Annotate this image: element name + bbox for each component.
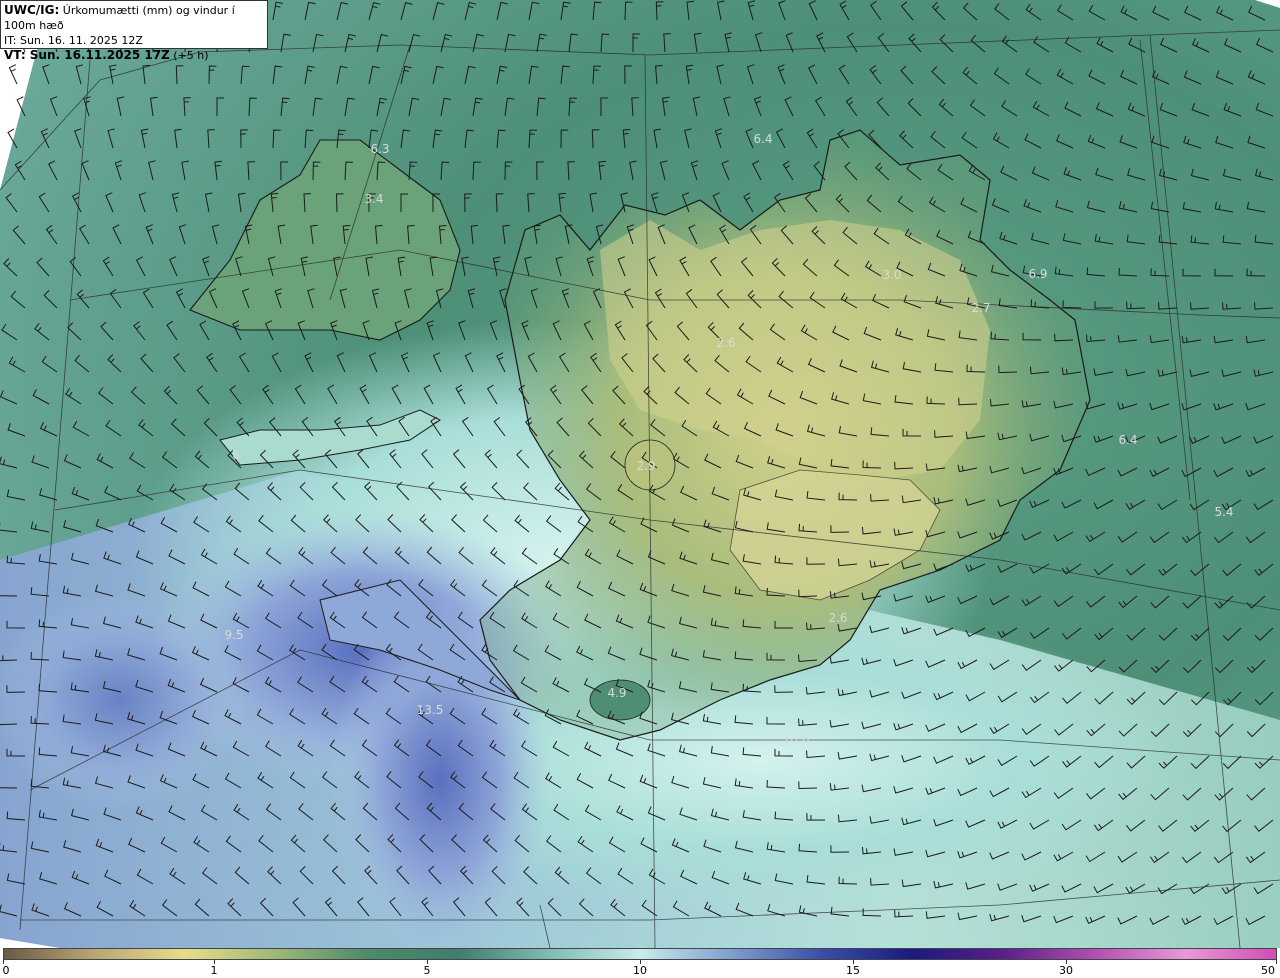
colorbar-label: 30 <box>1059 964 1073 977</box>
model-name: UWC/IG: <box>4 3 60 17</box>
map-canvas <box>0 0 1280 948</box>
colorbar-tick <box>1276 960 1277 964</box>
colorbar-label: 50 <box>1261 964 1275 977</box>
value-label: 2.6 <box>716 336 736 350</box>
value-label: 9.5 <box>224 628 244 642</box>
value-label: 3.4 <box>364 192 384 206</box>
colorbar-label: 15 <box>846 964 860 977</box>
colorbar-gradient <box>3 948 1277 960</box>
colorbar: 0 1 5 10 15 30 50 <box>0 948 1280 978</box>
value-label: 6.4 <box>1118 433 1138 447</box>
value-label: 6.3 <box>370 142 390 156</box>
valid-time: VT: Sun. 16.11.2025 17Z <box>4 48 170 62</box>
value-label: 6 <box>232 448 240 462</box>
value-label: 13.5 <box>416 703 444 717</box>
value-label: 6.4 <box>753 132 773 146</box>
precip-band-heavy-3 <box>0 590 250 810</box>
value-label: 4.9 <box>607 686 627 700</box>
map-title-box: UWC/IG: Úrkomumætti (mm) og vindur í 100… <box>0 0 268 62</box>
forecast-map: 6.3 3.4 6.4 3.0 6.9 2.7 2.6 6.4 2.9 6 5.… <box>0 0 1280 948</box>
value-label: 6.9 <box>1028 267 1048 281</box>
init-time: IT: Sun. 16. 11. 2025 12Z <box>4 34 143 47</box>
value-label: 2.6 <box>828 611 848 625</box>
colorbar-label: 1 <box>210 964 218 977</box>
value-label: 10.6 <box>782 732 810 746</box>
value-label: 2.7 <box>971 301 991 315</box>
value-label: 5.4 <box>1214 505 1234 519</box>
value-label: 3.0 <box>882 268 902 282</box>
colorbar-label: 0 <box>2 964 10 977</box>
value-label: 2.9 <box>636 459 656 473</box>
colorbar-label: 5 <box>423 964 431 977</box>
wind-barb <box>8 64 18 85</box>
valid-offset: (+5 h) <box>173 49 209 62</box>
colorbar-label: 10 <box>633 964 647 977</box>
